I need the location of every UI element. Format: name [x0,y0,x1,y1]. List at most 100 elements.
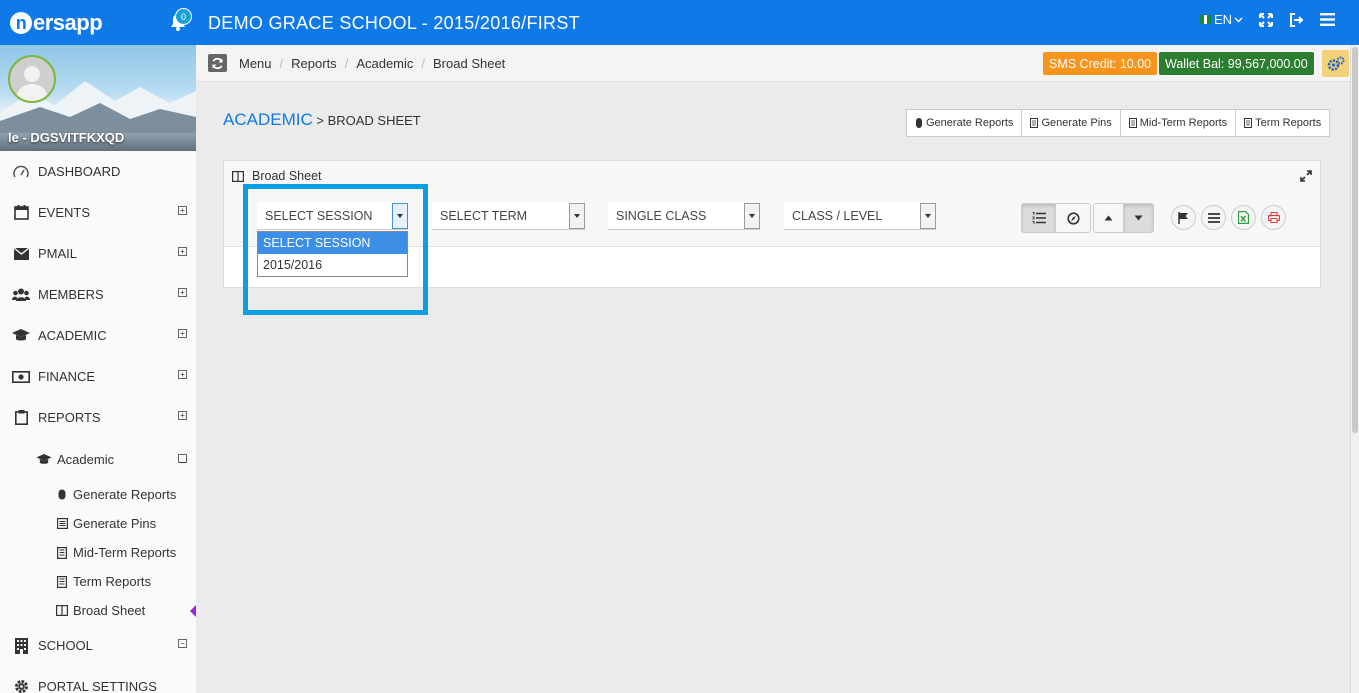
refresh-icon [212,57,223,69]
class-level-select[interactable]: CLASS / LEVEL [784,202,936,230]
mail-icon [12,246,30,262]
page-title: ACADEMIC > BROAD SHEET [223,110,421,130]
numbered-list-icon [1032,212,1046,224]
profile-banner: le - DGSVITFKXQD [0,45,196,151]
columns-icon [56,605,68,617]
generate-reports-button[interactable]: Generate Reports [907,110,1023,136]
expand-toggle[interactable]: + [178,370,187,379]
collapse-toggle[interactable]: + [178,411,187,420]
expand-toggle[interactable]: + [178,288,187,297]
sidebar-item-pmail[interactable]: PMAIL + [0,233,196,274]
document-icon [56,546,68,559]
expand-toggle[interactable]: + [178,206,187,215]
dropdown-arrow-icon[interactable] [920,203,936,229]
profile-name: le - DGSVITFKXQD [8,130,125,145]
wallet-balance-badge[interactable]: Wallet Bal: 99,567,000.00 [1159,52,1314,75]
sidebar-subitem-mid-term-reports[interactable]: Mid-Term Reports [0,538,196,567]
hamburger-icon [1207,212,1220,223]
active-indicator [190,605,196,617]
refresh-button[interactable] [208,54,227,72]
session-select[interactable]: SELECT SESSION [257,202,408,230]
sidebar-item-members[interactable]: MEMBERS + [0,274,196,315]
sidebar-item-finance[interactable]: FINANCE + [0,356,196,397]
expand-toggle[interactable]: − [178,639,187,648]
print-button[interactable] [1261,205,1286,230]
page-scrollbar[interactable] [1350,45,1359,693]
breadcrumb: Menu / Reports / Academic / Broad Sheet [239,56,505,71]
breadcrumb-academic[interactable]: Academic [356,56,413,71]
page-title-section[interactable]: ACADEMIC [223,110,313,129]
sidebar-item-portal-settings[interactable]: PORTAL SETTINGS [0,666,196,693]
sidebar-item-label: REPORTS [38,410,101,425]
mid-term-reports-button[interactable]: Mid-Term Reports [1121,110,1237,136]
generate-pins-button[interactable]: Generate Pins [1022,110,1121,136]
logout-icon[interactable] [1289,12,1304,27]
dropdown-arrow-icon[interactable] [569,203,585,229]
sidebar-item-label: PORTAL SETTINGS [38,679,157,693]
document-icon [1128,118,1137,128]
sidebar-item-label: ACADEMIC [38,328,107,343]
term-select[interactable]: SELECT TERM [432,202,585,230]
app-title: DEMO GRACE SCHOOL - 2015/2016/FIRST [208,13,580,33]
sidebar-item-academic[interactable]: ACADEMIC + [0,315,196,356]
sidebar-item-label: FINANCE [38,369,96,384]
collapse-toggle[interactable]: − [178,454,187,470]
graduation-cap-icon [36,453,52,465]
language-selector[interactable]: EN [1199,12,1243,27]
breadcrumb-separator: / [344,56,349,71]
sort-down-button[interactable] [1123,204,1153,232]
sidebar-subgroup-academic[interactable]: Academic − [0,438,196,480]
breadcrumb-menu[interactable]: Menu [239,56,272,71]
sidebar-subitem-generate-reports[interactable]: Generate Reports [0,480,196,509]
columns-icon [232,170,244,182]
menu-icon[interactable] [1320,13,1335,26]
sidebar-subitem-broad-sheet[interactable]: Broad Sheet [0,596,196,625]
sidebar-subgroup-label: Academic [57,451,115,467]
panel-title-text: Broad Sheet [252,169,322,183]
app-logo[interactable]: n ersapp [10,9,103,37]
expand-icon[interactable] [1300,170,1312,182]
session-dropdown-list: SELECT SESSION 2015/2016 [257,231,408,277]
class-mode-select[interactable]: SINGLE CLASS [608,202,760,230]
term-reports-button[interactable]: Term Reports [1236,110,1329,136]
list-icon [1030,118,1039,128]
page-title-subsection: BROAD SHEET [327,113,421,128]
excel-export-button[interactable] [1231,205,1256,230]
session-option[interactable]: 2015/2016 [258,254,407,276]
sort-up-button[interactable] [1094,204,1124,232]
user-silhouette-icon [16,66,48,101]
flag-button[interactable] [1171,205,1196,230]
sidebar-item-dashboard[interactable]: DASHBOARD [0,151,196,192]
logo-text: ersapp [33,10,103,35]
compass-button[interactable] [1056,204,1090,232]
expand-toggle[interactable]: + [178,247,187,256]
page-title-separator: > [312,113,328,128]
sidebar-subitem-generate-pins[interactable]: Generate Pins [0,509,196,538]
sidebar-item-school[interactable]: SCHOOL − [0,625,196,666]
menu-lines-button[interactable] [1201,205,1226,230]
button-label: Mid-Term Reports [1139,117,1228,129]
dropdown-arrow-icon[interactable] [392,203,408,229]
fullscreen-icon[interactable] [1259,12,1273,27]
sort-toggle-group [1093,203,1154,233]
sidebar: le - DGSVITFKXQD DASHBOARD EVENTS + PMAI… [0,45,196,693]
sidebar-subitem-term-reports[interactable]: Term Reports [0,567,196,596]
expand-toggle[interactable]: + [178,329,187,338]
scrollbar-thumb[interactable] [1352,47,1358,433]
sms-credit-badge[interactable]: SMS Credit: 10.00 [1043,52,1158,75]
breadcrumb-separator: / [421,56,426,71]
sidebar-subitem-label: Generate Reports [73,487,177,502]
sidebar-item-reports[interactable]: REPORTS + [0,397,196,438]
sidebar-subitem-label: Term Reports [73,574,152,589]
settings-button[interactable] [1322,50,1349,77]
dropdown-arrow-icon[interactable] [744,203,760,229]
breadcrumb-reports[interactable]: Reports [291,56,337,71]
sidebar-item-events[interactable]: EVENTS + [0,192,196,233]
avatar[interactable] [8,55,56,103]
language-label: EN [1213,12,1232,27]
session-option[interactable]: SELECT SESSION [258,232,407,254]
caret-down-icon [1134,215,1143,221]
compass-icon [1066,211,1080,225]
list-view-button[interactable] [1022,204,1056,232]
mouse-icon [56,489,68,501]
